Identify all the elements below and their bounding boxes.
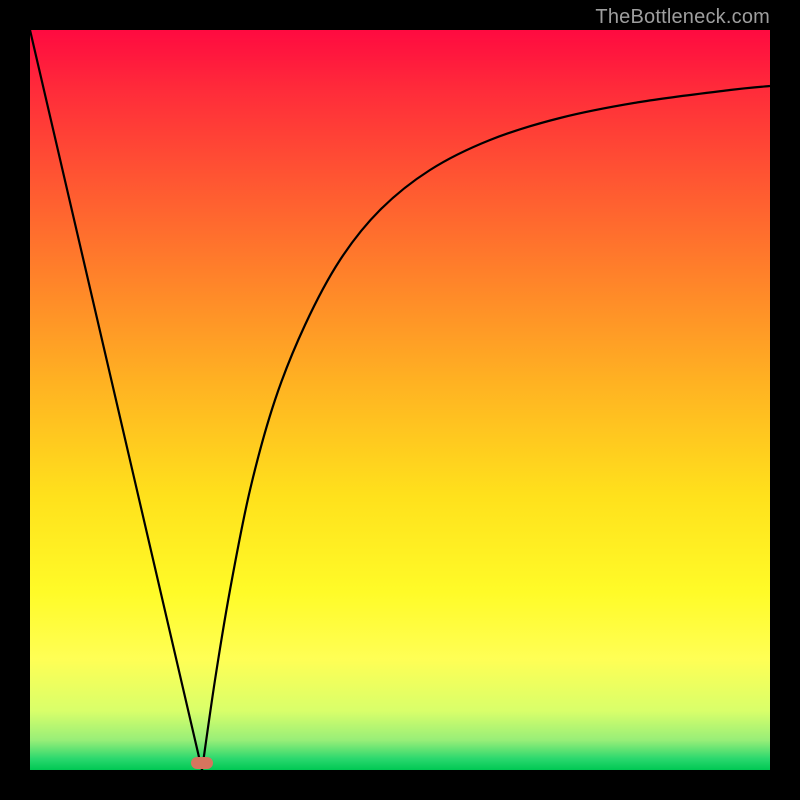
bottleneck-curve (30, 30, 770, 770)
minimum-marker (191, 757, 213, 769)
chart-frame: TheBottleneck.com (0, 0, 800, 800)
watermark-text: TheBottleneck.com (595, 6, 770, 29)
plot-area (30, 30, 770, 770)
